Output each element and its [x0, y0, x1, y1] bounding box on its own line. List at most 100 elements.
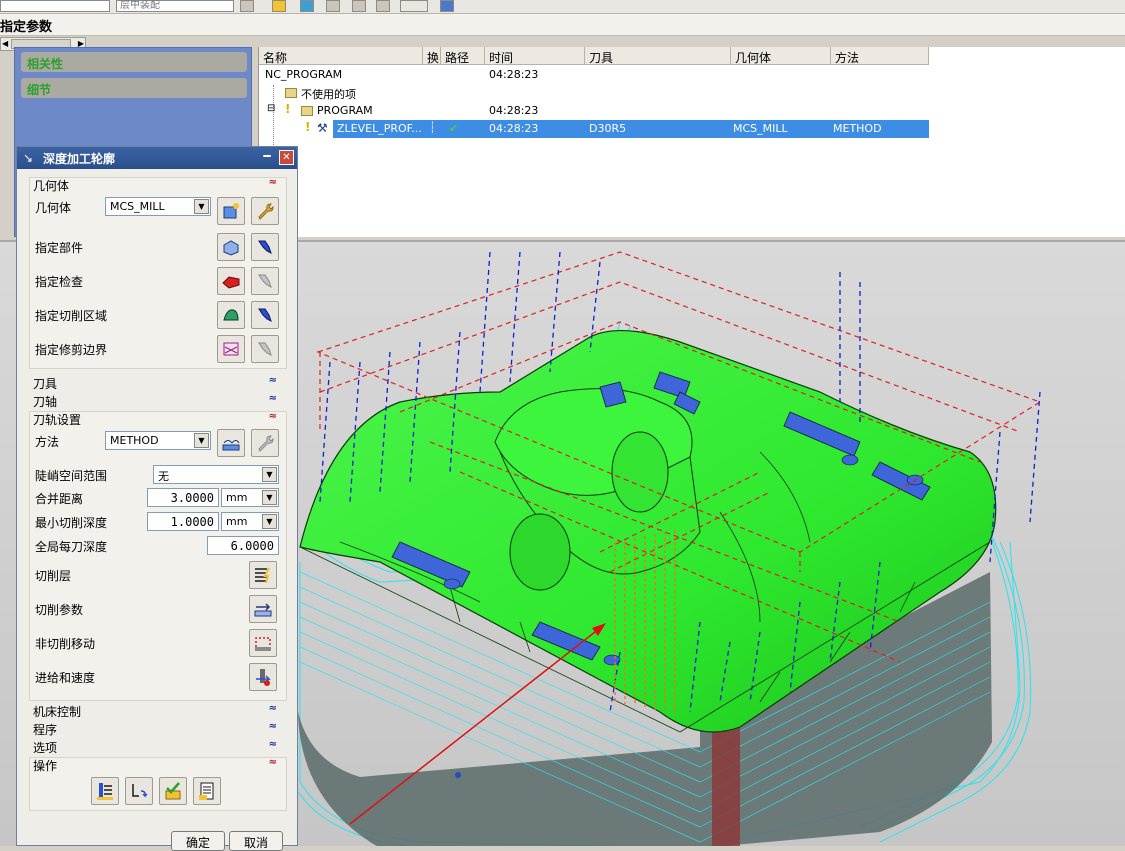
cut-params-button[interactable] — [249, 595, 277, 623]
non-cut-moves-icon — [255, 637, 271, 651]
geometry-section-header[interactable]: 几何体 ≈ — [29, 177, 287, 193]
expand-icon[interactable]: ≈ — [269, 375, 277, 386]
folder-icon — [301, 106, 313, 116]
col-path[interactable]: 路径 — [441, 47, 485, 65]
axis-section-header[interactable]: 刀轴 ≈ — [29, 393, 287, 409]
collapse-icon[interactable]: ≈ — [269, 411, 277, 422]
dialog-pin-icon[interactable]: ↘ — [23, 151, 33, 165]
col-change[interactable]: 换 — [423, 47, 441, 65]
collapse-icon[interactable]: ≈ — [269, 177, 277, 188]
show-cut-area-button[interactable] — [251, 301, 279, 329]
minimize-icon[interactable]: ━ — [259, 149, 275, 165]
sidebar-item-relations[interactable]: 相关性 — [21, 52, 247, 72]
sidebar-item-details[interactable]: 细节 — [21, 78, 247, 98]
toolbar-button-1[interactable] — [240, 0, 254, 12]
feeds-speeds-icon — [256, 669, 271, 686]
specify-trim-button[interactable] — [217, 335, 245, 363]
merge-distance-input[interactable]: 3.0000 — [147, 488, 219, 507]
machine-control-header[interactable]: 机床控制 ≈ — [29, 703, 287, 719]
col-name[interactable]: 名称 — [259, 47, 423, 65]
options-header[interactable]: 选项 ≈ — [29, 739, 287, 755]
expand-icon[interactable]: ≈ — [269, 739, 277, 750]
merge-unit-select[interactable]: mm ▼ — [221, 488, 279, 507]
cancel-button[interactable]: 取消 — [229, 831, 283, 851]
toolbar-button-7[interactable] — [400, 0, 428, 12]
col-time[interactable]: 时间 — [485, 47, 585, 65]
steep-range-select[interactable]: 无 ▼ — [153, 465, 279, 484]
close-icon[interactable]: ✕ — [279, 150, 294, 165]
expand-icon[interactable]: ≈ — [269, 393, 277, 404]
table-row-selected[interactable]: ! ⚒ ZLEVEL_PROF... ┆ ✔ 04:28:23 D30R5 MC… — [259, 120, 929, 138]
verify-button[interactable] — [159, 777, 187, 805]
new-method-button[interactable] — [217, 429, 245, 457]
trim-boundary-icon — [223, 342, 239, 356]
show-trim-button[interactable] — [251, 335, 279, 363]
min-cut-depth-label: 最小切削深度 — [35, 516, 108, 530]
col-method[interactable]: 方法 — [831, 47, 929, 65]
expand-icon[interactable]: ≈ — [269, 703, 277, 714]
specify-cut-area-button[interactable] — [217, 301, 245, 329]
global-depth-input[interactable]: 6.0000 — [207, 536, 279, 555]
edit-method-button[interactable] — [251, 429, 279, 457]
flashlight-icon — [258, 308, 272, 322]
replay-button[interactable] — [125, 777, 153, 805]
program-header[interactable]: 程序 ≈ — [29, 721, 287, 737]
method-select-value: METHOD — [110, 434, 159, 447]
list-button[interactable] — [193, 777, 221, 805]
steep-range-value: 无 — [158, 470, 169, 483]
toolbar-button-6[interactable] — [376, 0, 390, 12]
non-cut-moves-button[interactable] — [249, 629, 277, 657]
geometry-select[interactable]: MCS_MILL ▼ — [105, 197, 211, 216]
toolbar-button-4[interactable] — [326, 0, 340, 12]
path-settings-header[interactable]: 刀轨设置 ≈ — [29, 411, 287, 427]
tool-section-header[interactable]: 刀具 ≈ — [29, 375, 287, 391]
expand-icon[interactable]: ≈ — [269, 721, 277, 732]
chevron-down-icon[interactable]: ▼ — [194, 199, 209, 214]
selected-row-highlight[interactable]: ZLEVEL_PROF... ┆ ✔ 04:28:23 D30R5 MCS_MI… — [333, 120, 929, 138]
toolbar-combo-1[interactable] — [0, 0, 110, 12]
specify-part-button[interactable] — [217, 233, 245, 261]
show-part-button[interactable] — [251, 233, 279, 261]
row-time: 04:28:23 — [489, 104, 539, 117]
toolbar-button-2[interactable] — [272, 0, 286, 12]
section-label: 选项 — [33, 741, 58, 755]
operation-header[interactable]: 操作 ≈ — [29, 757, 287, 773]
generate-button[interactable] — [91, 777, 119, 805]
flashlight-disabled-icon — [258, 342, 272, 356]
expand-icon[interactable]: ⊟ — [267, 103, 275, 114]
scroll-left-icon[interactable]: ◀ — [2, 40, 8, 48]
collapse-icon[interactable]: ≈ — [269, 757, 277, 768]
col-geometry[interactable]: 几何体 — [731, 47, 831, 65]
edit-geometry-button[interactable] — [251, 197, 279, 225]
non-cut-moves-label: 非切削移动 — [35, 637, 96, 651]
toolbar-button-3[interactable] — [300, 0, 314, 12]
chevron-down-icon[interactable]: ▼ — [262, 514, 277, 529]
dialog-title[interactable]: 深度加工轮廓 — [17, 147, 297, 169]
table-row[interactable]: ⊟ ! PROGRAM 04:28:23 — [259, 102, 929, 120]
min-cut-depth-input[interactable]: 1.0000 — [147, 512, 219, 531]
toolbar-button-5[interactable] — [352, 0, 366, 12]
row-time: 04:28:23 — [489, 68, 539, 81]
ok-button[interactable]: 确定 — [171, 831, 225, 851]
table-row[interactable]: 不使用的项 — [259, 84, 929, 102]
flashlight-disabled-icon — [258, 274, 272, 288]
col-tool[interactable]: 刀具 — [585, 47, 731, 65]
new-geometry-button[interactable] — [217, 197, 245, 225]
table-row[interactable]: NC_PROGRAM 04:28:23 — [259, 66, 929, 84]
warning-bulb-icon: ! — [305, 120, 311, 134]
min-depth-unit-select[interactable]: mm ▼ — [221, 512, 279, 531]
chevron-down-icon[interactable]: ▼ — [194, 433, 209, 448]
show-check-button[interactable] — [251, 267, 279, 295]
row-name: NC_PROGRAM — [265, 68, 343, 81]
cut-levels-button[interactable] — [249, 561, 277, 589]
check-geometry-icon — [222, 276, 240, 289]
chevron-down-icon[interactable]: ▼ — [262, 467, 277, 482]
feeds-speeds-button[interactable] — [249, 663, 277, 691]
view-cube-icon[interactable] — [440, 0, 454, 12]
specify-check-button[interactable] — [217, 267, 245, 295]
row-method: METHOD — [833, 122, 882, 135]
chevron-down-icon[interactable]: ▼ — [262, 490, 277, 505]
assembly-filter-combo[interactable]: 层中装配 — [116, 0, 234, 12]
list-icon — [199, 782, 214, 800]
method-select[interactable]: METHOD ▼ — [105, 431, 211, 450]
